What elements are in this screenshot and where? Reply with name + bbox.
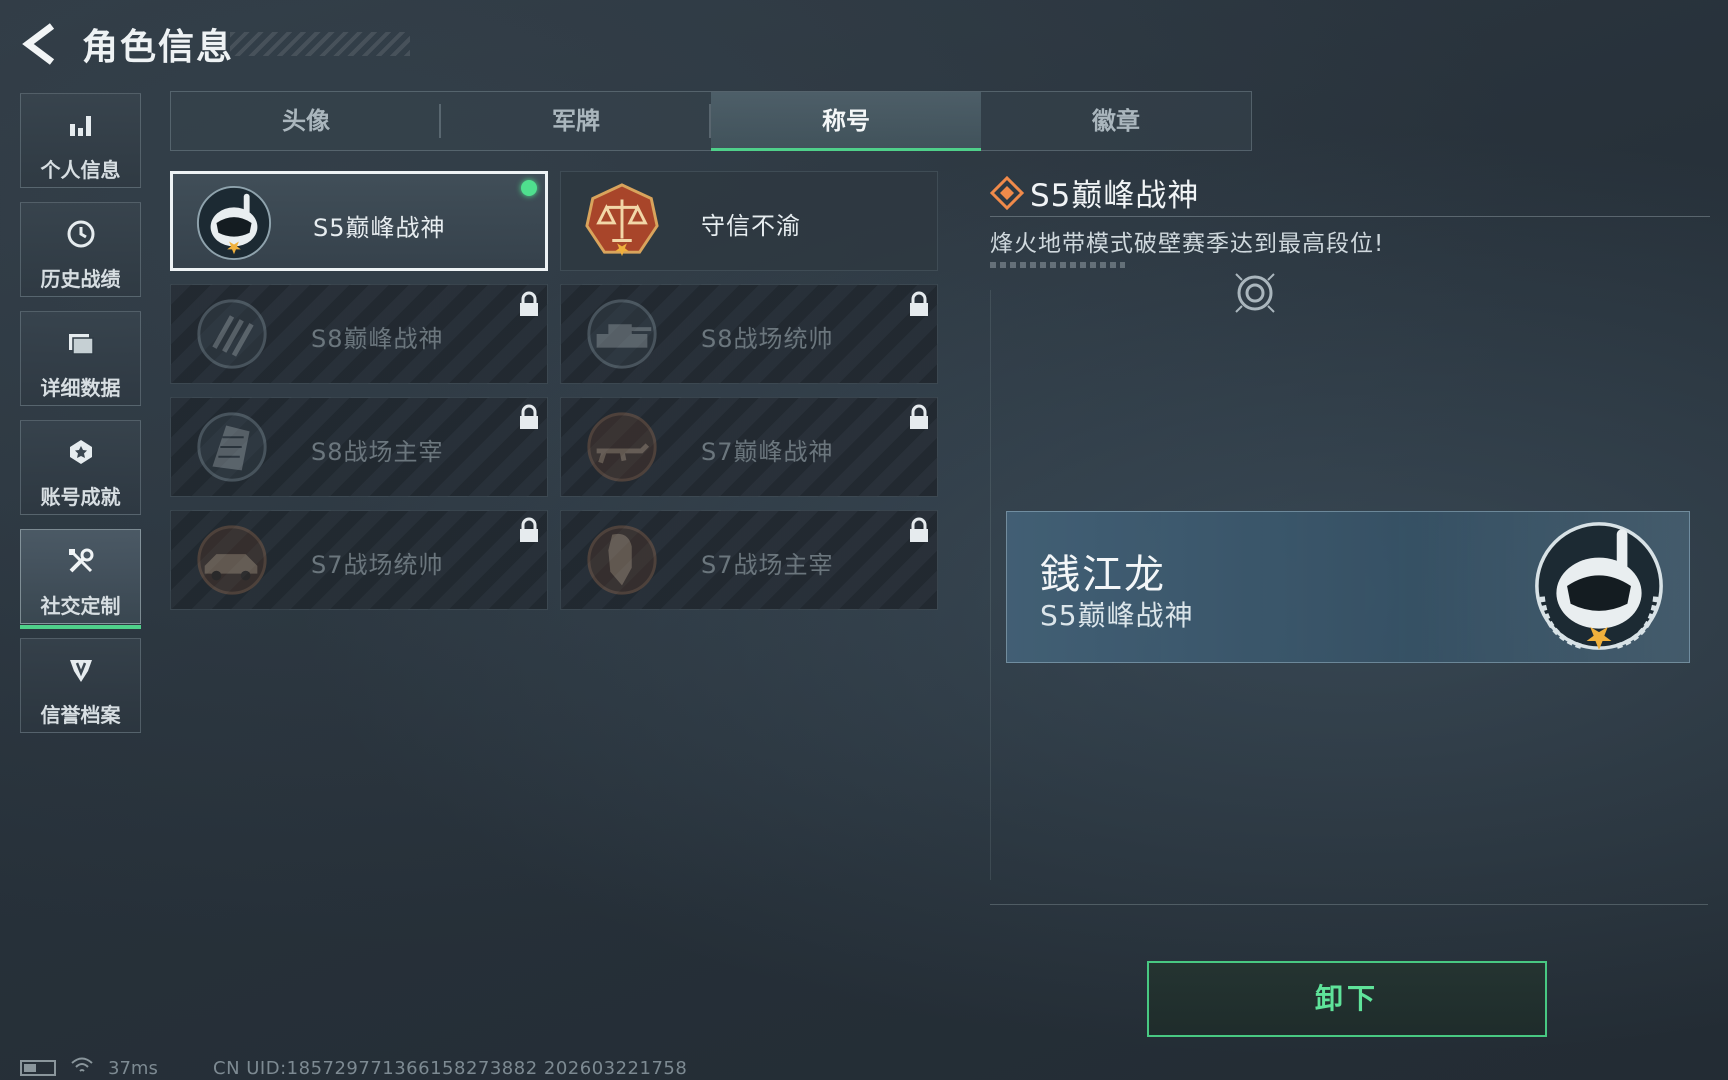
title-label: S8战场主宰 bbox=[311, 438, 444, 466]
page-title: 角色信息 bbox=[82, 27, 235, 68]
sidebar-item-reputation[interactable]: 信誉档案 bbox=[20, 638, 141, 733]
user-uid: CN UID:185729771366158273882 20260322175… bbox=[213, 1058, 688, 1079]
stripes-badge-icon bbox=[193, 295, 271, 373]
title-label: S8战场统帅 bbox=[701, 325, 834, 353]
sidebar-item-achievements[interactable]: 账号成就 bbox=[20, 420, 141, 515]
title-label: S5巅峰战神 bbox=[313, 214, 446, 242]
sidebar-item-label: 社交定制 bbox=[40, 594, 121, 618]
battery-icon bbox=[20, 1060, 56, 1076]
tab-dogtag[interactable]: 军牌 bbox=[441, 92, 711, 150]
soldier-badge-icon bbox=[583, 521, 661, 599]
title-label: S7巅峰战神 bbox=[701, 438, 834, 466]
lock-icon bbox=[910, 291, 928, 316]
unequip-button[interactable]: 卸下 bbox=[1147, 961, 1547, 1037]
tab-title[interactable]: 称号 bbox=[711, 92, 981, 151]
title-label: S7战场主宰 bbox=[701, 551, 834, 579]
lock-icon bbox=[520, 517, 538, 542]
back-arrow-icon bbox=[22, 23, 55, 65]
title-diamond-icon bbox=[990, 176, 1024, 210]
snorkel-mask-badge-icon bbox=[1528, 515, 1670, 657]
title-card[interactable]: S7巅峰战神 bbox=[560, 397, 938, 497]
medal-icon bbox=[21, 437, 140, 474]
detail-title: S5巅峰战神 bbox=[1030, 178, 1200, 214]
sidebar-item-label: 历史战绩 bbox=[40, 267, 121, 291]
title-card[interactable]: S7战场统帅 bbox=[170, 510, 548, 610]
scales-badge-icon bbox=[583, 182, 661, 260]
tools-icon bbox=[21, 546, 140, 583]
ping-value: 37ms bbox=[108, 1058, 158, 1079]
title-label: S8巅峰战神 bbox=[311, 325, 444, 353]
lock-icon bbox=[520, 291, 538, 316]
sidebar-item-history[interactable]: 历史战绩 bbox=[20, 202, 141, 297]
lock-icon bbox=[910, 404, 928, 429]
player-name: 銭江龙 bbox=[1040, 552, 1166, 598]
sidebar-item-label: 个人信息 bbox=[40, 158, 121, 182]
title-card[interactable]: S8战场统帅 bbox=[560, 284, 938, 384]
detail-decoration bbox=[990, 262, 1125, 268]
wifi-icon bbox=[70, 1055, 94, 1080]
title-card[interactable]: S8巅峰战神 bbox=[170, 284, 548, 384]
title-decoration bbox=[230, 32, 410, 56]
lock-icon bbox=[520, 404, 538, 429]
sidebar-item-label: 信誉档案 bbox=[40, 703, 121, 727]
sidebar-item-personal-info[interactable]: 个人信息 bbox=[20, 93, 141, 188]
panel-divider bbox=[990, 904, 1708, 905]
title-card[interactable]: S7战场主宰 bbox=[560, 510, 938, 610]
title-label: S7战场统帅 bbox=[311, 551, 444, 579]
title-card[interactable]: S5巅峰战神 bbox=[170, 171, 548, 271]
lock-icon bbox=[910, 517, 928, 542]
bar-chart-icon bbox=[21, 110, 140, 147]
folder-icon bbox=[21, 328, 140, 365]
detail-divider bbox=[990, 216, 1710, 217]
building-badge-icon bbox=[193, 408, 271, 486]
tab-badge[interactable]: 徽章 bbox=[981, 92, 1251, 150]
vehicle-badge-icon bbox=[193, 521, 271, 599]
equipped-indicator bbox=[521, 180, 537, 196]
sidebar-item-label: 详细数据 bbox=[40, 376, 121, 400]
tank-badge-icon bbox=[583, 295, 661, 373]
detail-description: 烽火地带模式破壁赛季达到最高段位! bbox=[990, 231, 1385, 257]
tab-bar: 头像 军牌 称号 徽章 bbox=[170, 91, 1252, 151]
tab-avatar[interactable]: 头像 bbox=[171, 92, 441, 150]
back-button[interactable] bbox=[20, 22, 60, 66]
title-card[interactable]: 守信不渝 bbox=[560, 171, 938, 271]
title-label: 守信不渝 bbox=[701, 212, 801, 240]
shield-icon bbox=[21, 655, 140, 692]
player-title: S5巅峰战神 bbox=[1040, 599, 1194, 632]
title-card[interactable]: S8战场主宰 bbox=[170, 397, 548, 497]
history-icon bbox=[21, 219, 140, 256]
snorkel-mask-badge-icon bbox=[195, 184, 273, 262]
sidebar-item-social-custom[interactable]: 社交定制 bbox=[20, 529, 141, 629]
sidebar-item-label: 账号成就 bbox=[40, 485, 121, 509]
sidebar-item-detailed-data[interactable]: 详细数据 bbox=[20, 311, 141, 406]
rifle-badge-icon bbox=[583, 408, 661, 486]
